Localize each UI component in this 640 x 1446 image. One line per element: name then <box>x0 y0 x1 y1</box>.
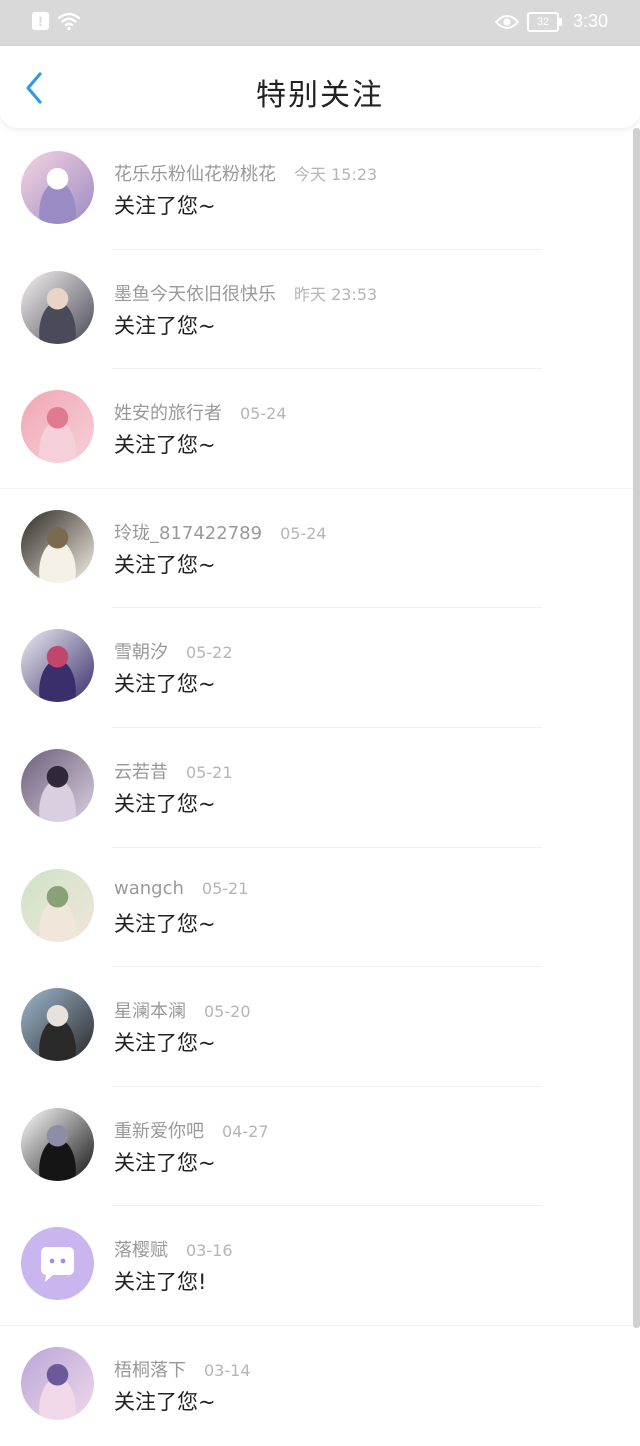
timestamp: 昨天 23:53 <box>294 284 378 304</box>
name-line: 落樱赋 03-16 <box>114 1236 233 1262</box>
avatar[interactable] <box>21 1107 94 1181</box>
list-item[interactable]: 星澜本澜 05-20 关注了您~ <box>0 967 640 1087</box>
name-line: 梧桐落下 03-14 <box>114 1356 251 1382</box>
timestamp: 05-22 <box>186 643 233 663</box>
message-text: 关注了您~ <box>114 1031 216 1056</box>
status-time: 3:30 <box>572 11 608 31</box>
avatar[interactable] <box>21 509 94 583</box>
name-line: 玲珑_817422789 05-24 <box>114 519 327 545</box>
timestamp: 03-16 <box>186 1241 233 1261</box>
timestamp: 05-24 <box>280 523 327 543</box>
username[interactable]: wangch <box>114 878 184 899</box>
name-line: 云若昔 05-21 <box>114 758 233 784</box>
list-item[interactable]: 云若昔 05-21 关注了您~ <box>0 728 640 848</box>
list-item[interactable]: 落樱赋 03-16 关注了您! <box>0 1206 640 1326</box>
username[interactable]: 梧桐落下 <box>114 1360 186 1381</box>
avatar[interactable] <box>21 390 94 464</box>
message-text: 关注了您! <box>114 1270 207 1295</box>
follow-list: 花乐乐粉仙花粉桃花 今天 15:23 关注了您~ 墨鱼今天依旧很快乐 昨天 23:5… <box>0 130 640 1446</box>
list-item[interactable]: 梧桐落下 03-14 关注了您~ <box>0 1326 640 1446</box>
name-line: wangch 05-21 <box>114 878 248 899</box>
avatar[interactable] <box>21 1346 94 1420</box>
message-text: 关注了您~ <box>114 194 216 218</box>
timestamp: 05-24 <box>240 404 287 424</box>
avatar[interactable] <box>21 629 94 703</box>
list-item[interactable]: 重新爱你吧 04-27 关注了您~ <box>0 1087 640 1207</box>
timestamp: 05-21 <box>186 762 233 782</box>
message-text: 关注了您~ <box>114 791 216 816</box>
message-text: 关注了您~ <box>114 313 216 338</box>
timestamp: 03-14 <box>204 1360 251 1380</box>
message-text: 关注了您~ <box>114 911 216 936</box>
header: 特别关注 <box>0 46 640 128</box>
username[interactable]: 墨鱼今天依旧很快乐 <box>114 284 276 305</box>
notification-alert-icon: ! <box>32 12 49 30</box>
status-left: ! <box>32 11 81 31</box>
name-line: 星澜本澜 05-20 <box>114 997 251 1023</box>
list-item[interactable]: 花乐乐粉仙花粉桃花 今天 15:23 关注了您~ <box>0 130 640 250</box>
scrollbar[interactable] <box>633 128 640 1328</box>
avatar[interactable] <box>21 270 94 344</box>
page-title: 特别关注 <box>256 78 384 113</box>
name-line: 花乐乐粉仙花粉桃花 今天 15:23 <box>114 160 377 186</box>
name-line: 雪朝汐 05-22 <box>114 638 233 664</box>
eye-icon <box>494 14 519 29</box>
chat-bubble-icon <box>41 1247 74 1283</box>
message-text: 关注了您~ <box>114 1150 216 1175</box>
message-text: 关注了您~ <box>114 1389 216 1414</box>
message-text: 关注了您~ <box>114 433 216 458</box>
username[interactable]: 姓安的旅行者 <box>114 403 222 424</box>
avatar[interactable] <box>21 748 94 822</box>
timestamp: 04-27 <box>222 1121 269 1141</box>
wifi-icon <box>57 12 81 31</box>
list-item[interactable]: 玲珑_817422789 05-24 关注了您~ <box>0 489 640 609</box>
username[interactable]: 云若昔 <box>114 762 168 783</box>
timestamp: 05-20 <box>204 1002 251 1022</box>
username[interactable]: 花乐乐粉仙花粉桃花 <box>114 164 276 185</box>
message-text: 关注了您~ <box>114 552 216 577</box>
name-line: 墨鱼今天依旧很快乐 昨天 23:53 <box>114 280 377 306</box>
status-right: 32 3:30 <box>494 11 608 32</box>
status-bar: ! 32 3:30 <box>0 0 640 46</box>
list-item[interactable]: wangch 05-21 关注了您~ <box>0 848 640 968</box>
battery-indicator: 32 <box>526 11 562 32</box>
username[interactable]: 星澜本澜 <box>114 1001 186 1022</box>
avatar[interactable] <box>21 1227 94 1301</box>
list-item[interactable]: 姓安的旅行者 05-24 关注了您~ <box>0 369 640 489</box>
avatar[interactable] <box>21 988 94 1062</box>
username[interactable]: 重新爱你吧 <box>114 1121 204 1142</box>
avatar[interactable] <box>21 868 94 942</box>
avatar[interactable] <box>21 151 94 224</box>
name-line: 重新爱你吧 04-27 <box>114 1117 269 1143</box>
message-text: 关注了您~ <box>114 672 216 697</box>
timestamp: 今天 15:23 <box>294 165 378 184</box>
list-item[interactable]: 墨鱼今天依旧很快乐 昨天 23:53 关注了您~ <box>0 250 640 370</box>
name-line: 姓安的旅行者 05-24 <box>114 399 287 425</box>
username[interactable]: 雪朝汐 <box>114 642 168 663</box>
username[interactable]: 玲珑_817422789 <box>114 523 262 544</box>
username[interactable]: 落樱赋 <box>114 1240 168 1261</box>
list-item[interactable]: 雪朝汐 05-22 关注了您~ <box>0 608 640 728</box>
timestamp: 05-21 <box>201 878 249 898</box>
